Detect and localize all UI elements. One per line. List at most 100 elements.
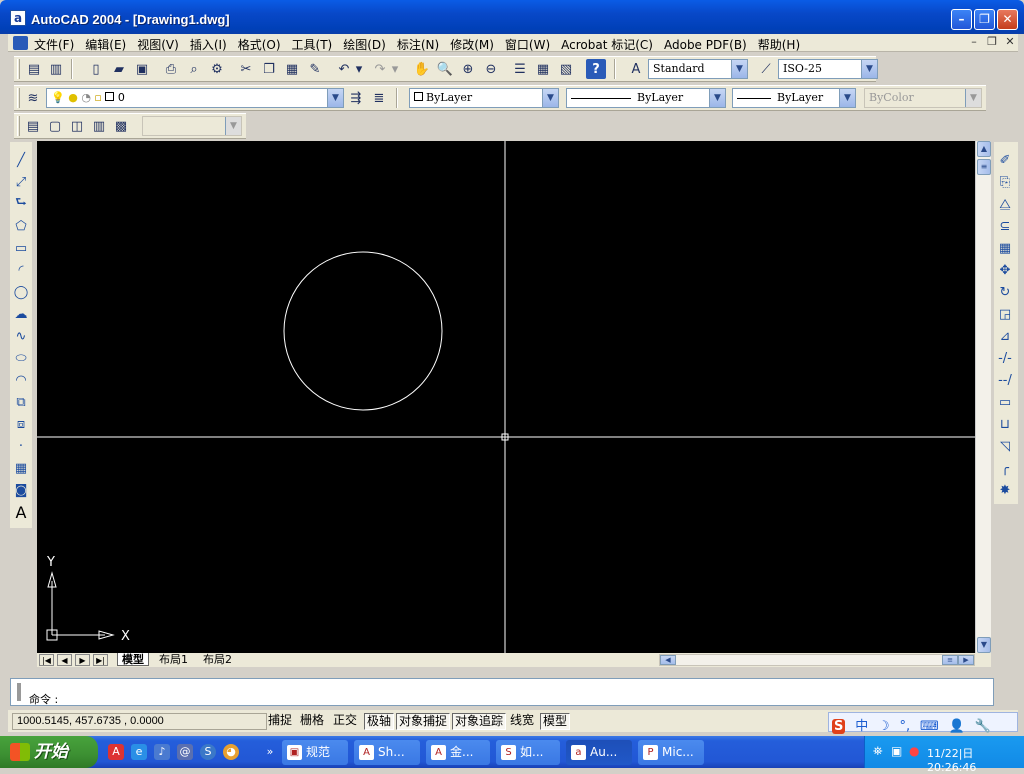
doc-minimize-button[interactable]: – — [966, 35, 982, 51]
quicklaunch-qq-icon[interactable]: @ — [177, 744, 193, 760]
print-icon[interactable]: ⎙ — [161, 59, 181, 79]
keyboard-icon[interactable]: ⌨ — [920, 719, 939, 734]
autocad-app-icon[interactable]: a — [10, 10, 26, 26]
task-button-4[interactable]: a Au... — [566, 740, 632, 765]
status-toggle-3[interactable]: 极轴 — [364, 713, 395, 730]
arc-icon[interactable]: ◜ — [11, 260, 31, 280]
copy-icon[interactable]: ❐ — [259, 59, 279, 79]
move-icon[interactable]: ✥ — [995, 260, 1015, 280]
task-button-5[interactable]: P Mic... — [638, 740, 704, 765]
start-button[interactable]: 开始 — [0, 736, 98, 768]
rotate-icon[interactable]: ↻ — [995, 282, 1015, 302]
status-toggle-0[interactable]: 捕捉 — [266, 713, 294, 730]
status-toggle-5[interactable]: 对象追踪 — [452, 713, 507, 730]
user-icon[interactable]: 👤 — [949, 719, 965, 734]
horizontal-scrollbar[interactable]: ◀ ≡ ▶ — [659, 654, 975, 666]
extend-icon[interactable]: --/ — [995, 370, 1015, 390]
wrench-icon[interactable]: 🔧 — [975, 719, 991, 734]
scroll-right-icon[interactable]: ▶ — [958, 655, 974, 665]
offset-icon[interactable]: ⊆ — [995, 216, 1015, 236]
new-layout-icon[interactable]: ▤ — [23, 116, 43, 136]
title-bar[interactable]: a AutoCAD 2004 - [Drawing1.dwg] – ❐ ✕ — [0, 0, 1024, 34]
prev-tab-icon[interactable]: ◀ — [57, 654, 72, 666]
document-menu-icon[interactable] — [13, 36, 28, 50]
point-icon[interactable]: · — [11, 436, 31, 456]
text-style-icon[interactable]: A — [626, 59, 646, 79]
help-icon[interactable]: ? — [586, 59, 606, 79]
revision-cloud-icon[interactable]: ☁ — [11, 304, 31, 324]
paste-icon[interactable]: ▦ — [282, 59, 302, 79]
menu-item-0[interactable]: 文件(F) — [34, 36, 74, 53]
trim-icon[interactable]: -/- — [995, 348, 1015, 368]
new-file-icon[interactable]: ▯ — [86, 59, 106, 79]
open-file-icon[interactable]: ▰ — [109, 59, 129, 79]
copy-object-icon[interactable]: ⎘ — [995, 172, 1015, 192]
lineweight-select[interactable]: ByLayer ▼ — [732, 88, 856, 108]
polyline-icon[interactable]: ⮑ — [11, 194, 31, 214]
minimize-button[interactable]: – — [951, 9, 972, 30]
menu-item-1[interactable]: 编辑(E) — [85, 36, 126, 53]
undo-icon[interactable]: ↶ — [334, 59, 354, 79]
first-tab-icon[interactable]: |◀ — [39, 654, 54, 666]
pdf-icon[interactable]: ▤ — [24, 59, 44, 79]
dim-style-icon[interactable]: ⟋ — [756, 59, 776, 79]
close-button[interactable]: ✕ — [997, 9, 1018, 30]
task-button-2[interactable]: A 金... — [426, 740, 490, 765]
tool-palettes-icon[interactable]: ▧ — [556, 59, 576, 79]
scroll-down-icon[interactable]: ▼ — [977, 637, 991, 653]
moon-icon[interactable]: ☽ — [878, 719, 890, 734]
make-block-icon[interactable]: ⧈ — [11, 414, 31, 434]
menu-item-3[interactable]: 插入(I) — [190, 36, 227, 53]
viewport-icon[interactable]: ◫ — [67, 116, 87, 136]
last-tab-icon[interactable]: ▶| — [93, 654, 108, 666]
publish-icon[interactable]: ⚙ — [207, 59, 227, 79]
circle-entity[interactable] — [283, 251, 443, 411]
quicklaunch-ie-icon[interactable]: e — [131, 744, 147, 760]
command-window[interactable]: 命令 : — [10, 678, 994, 706]
ellipse-arc-icon[interactable]: ◠ — [11, 370, 31, 390]
tab-model[interactable]: 模型 — [117, 653, 149, 666]
polygon-icon[interactable]: ⬠ — [11, 216, 31, 236]
status-toggle-1[interactable]: 栅格 — [298, 713, 326, 730]
ime-mode[interactable]: 中 — [855, 715, 868, 734]
tab-layout1[interactable]: 布局1 — [155, 653, 192, 666]
erase-icon[interactable]: ✐ — [995, 150, 1015, 170]
menu-item-4[interactable]: 格式(O) — [238, 36, 281, 53]
scroll-thumb[interactable]: ≡ — [977, 159, 991, 175]
zoom-realtime-icon[interactable]: 🔍 — [435, 59, 455, 79]
quicklaunch-s-icon[interactable]: S — [200, 744, 216, 760]
color-select[interactable]: ByLayer ▼ — [409, 88, 559, 108]
make-object-layer-current-icon[interactable]: ⇶ — [346, 88, 366, 108]
save-icon[interactable]: ▣ — [132, 59, 152, 79]
task-button-0[interactable]: ▣ 规范 — [282, 740, 348, 765]
menu-item-11[interactable]: Adobe PDF(B) — [664, 38, 747, 52]
line-icon[interactable]: ╱ — [11, 150, 31, 170]
layer-manager-icon[interactable]: ≋ — [23, 88, 43, 108]
mirror-icon[interactable]: ⧋ — [995, 194, 1015, 214]
punctuation-icon[interactable]: °, — [900, 719, 911, 734]
next-tab-icon[interactable]: ▶ — [75, 654, 90, 666]
menu-item-2[interactable]: 视图(V) — [137, 36, 179, 53]
pan-realtime-icon[interactable]: ✋ — [412, 59, 432, 79]
network-icon[interactable]: ⛯ — [873, 744, 883, 759]
dim-style-select[interactable]: ISO-25 ▼ — [778, 59, 878, 79]
chevron-down-icon[interactable]: ▼ — [861, 60, 877, 78]
chamfer-icon[interactable]: ◹ — [995, 436, 1015, 456]
doc-restore-button[interactable]: ❐ — [984, 35, 1000, 51]
redo-icon[interactable]: ↷ — [370, 59, 390, 79]
construction-line-icon[interactable]: ⤢ — [11, 172, 31, 192]
menu-item-9[interactable]: 窗口(W) — [505, 36, 550, 53]
task-button-3[interactable]: S 如... — [496, 740, 560, 765]
quicklaunch-media-icon[interactable]: ♪ — [154, 744, 170, 760]
redo-dropdown-icon[interactable]: ▾ — [390, 59, 400, 79]
menu-item-10[interactable]: Acrobat 标记(C) — [561, 36, 653, 53]
tab-layout2[interactable]: 布局2 — [199, 653, 236, 666]
print-preview-icon[interactable]: ⌕ — [184, 59, 204, 79]
break-icon[interactable]: ▭ — [995, 392, 1015, 412]
text-style-select[interactable]: Standard ▼ — [648, 59, 748, 79]
vertical-scrollbar[interactable]: ▲ ≡ ▼ — [975, 141, 991, 653]
layout-template-icon[interactable]: ▢ — [45, 116, 65, 136]
toolbar-grip[interactable] — [17, 59, 20, 79]
tray-app-icon[interactable]: ▣ — [891, 744, 902, 758]
quicklaunch-browser-icon[interactable]: ◕ — [223, 744, 239, 760]
